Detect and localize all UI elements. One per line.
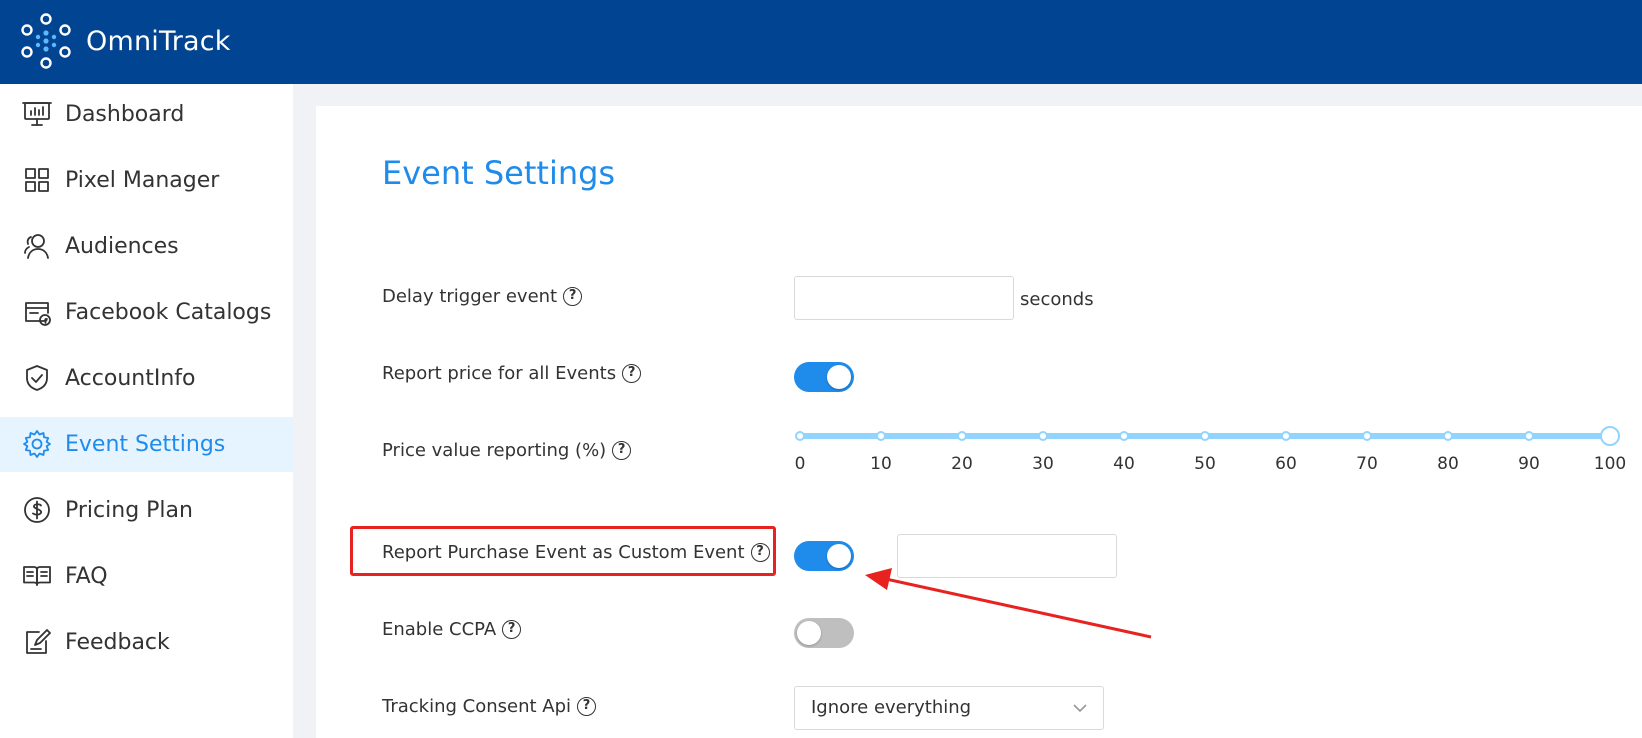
grid-icon (22, 165, 52, 195)
report-price-text: Report price for all Events (382, 363, 617, 384)
toggle-knob (827, 365, 851, 389)
slider-mark: 20 (951, 454, 973, 474)
sidebar-item-audiences[interactable]: Audiences (0, 219, 293, 274)
sidebar-item-dashboard[interactable]: Dashboard (0, 87, 293, 142)
slider-handle[interactable] (1600, 426, 1620, 446)
slider-dot[interactable] (1524, 431, 1534, 441)
help-icon[interactable]: ? (563, 287, 583, 306)
annotation-arrow-icon (865, 568, 1152, 639)
page-title: Event Settings (382, 154, 616, 192)
price-value-slider[interactable]: 0 10 20 30 40 50 60 70 80 90 100 (792, 424, 1626, 474)
slider-dot[interactable] (795, 431, 805, 441)
slider-dot[interactable] (1443, 431, 1453, 441)
book-icon (22, 561, 52, 591)
delay-trigger-label: Delay trigger event ? (382, 286, 583, 307)
slider-mark: 50 (1194, 454, 1216, 474)
slider-dot[interactable] (1119, 431, 1129, 441)
report-price-toggle[interactable] (794, 362, 854, 392)
consent-api-label: Tracking Consent Api ? (382, 696, 597, 717)
annotation-highlight-box (350, 526, 776, 576)
sidebar-item-label: Pricing Plan (65, 498, 193, 523)
catalog-icon (22, 297, 52, 327)
report-price-label: Report price for all Events ? (382, 363, 642, 384)
help-icon[interactable]: ? (612, 441, 632, 460)
content-panel: Event Settings Delay trigger event ? sec… (316, 106, 1642, 738)
ccpa-text: Enable CCPA (382, 619, 497, 640)
ccpa-toggle[interactable] (794, 618, 854, 648)
slider-dot[interactable] (957, 431, 967, 441)
brand-name: OmniTrack (86, 25, 231, 57)
slider-dot[interactable] (1362, 431, 1372, 441)
delay-suffix: seconds (1020, 289, 1094, 310)
consent-api-text: Tracking Consent Api (382, 696, 572, 717)
help-icon[interactable]: ? (502, 620, 522, 639)
slider-mark: 10 (870, 454, 892, 474)
sidebar-item-label: Feedback (65, 630, 170, 655)
omnitrack-logo-icon (21, 13, 71, 69)
sidebar-item-accountinfo[interactable]: AccountInfo (0, 351, 293, 406)
sidebar-item-label: Audiences (65, 234, 179, 259)
slider-mark: 60 (1275, 454, 1297, 474)
help-icon[interactable]: ? (622, 364, 642, 383)
sidebar-item-pixel-manager[interactable]: Pixel Manager (0, 153, 293, 208)
purchase-custom-toggle[interactable] (794, 541, 854, 571)
slider-mark: 80 (1437, 454, 1459, 474)
sidebar: Dashboard Pixel Manager Audiences Facebo… (0, 84, 293, 738)
sidebar-item-label: FAQ (65, 564, 108, 589)
sidebar-item-event-settings[interactable]: Event Settings (0, 417, 293, 472)
consent-api-select[interactable]: Ignore everything (794, 686, 1104, 730)
shield-icon (22, 363, 52, 393)
delay-trigger-input[interactable] (794, 276, 1014, 320)
slider-dot[interactable] (1200, 431, 1210, 441)
slider-mark: 70 (1356, 454, 1378, 474)
slider-mark: 30 (1032, 454, 1054, 474)
price-value-text: Price value reporting (%) (382, 440, 607, 461)
toggle-knob (827, 544, 851, 568)
sidebar-item-label: Pixel Manager (65, 168, 220, 193)
ccpa-label: Enable CCPA ? (382, 619, 522, 640)
sidebar-item-faq[interactable]: FAQ (0, 549, 293, 604)
dashboard-icon (22, 99, 52, 129)
help-icon[interactable]: ? (577, 697, 597, 716)
slider-mark: 40 (1113, 454, 1135, 474)
sidebar-item-label: AccountInfo (65, 366, 196, 391)
brand[interactable]: OmniTrack (20, 12, 231, 70)
sidebar-item-facebook-catalogs[interactable]: Facebook Catalogs (0, 285, 293, 340)
dollar-icon (22, 495, 52, 525)
slider-mark: 0 (794, 454, 806, 474)
slider-mark: 90 (1518, 454, 1540, 474)
slider-dot[interactable] (876, 431, 886, 441)
chevron-down-icon (1073, 704, 1087, 713)
delay-trigger-text: Delay trigger event (382, 286, 558, 307)
slider-mark: 100 (1593, 454, 1627, 474)
sidebar-item-label: Dashboard (65, 102, 185, 127)
users-icon (22, 231, 52, 261)
sidebar-item-label: Facebook Catalogs (65, 300, 272, 325)
slider-dot[interactable] (1281, 431, 1291, 441)
sidebar-item-label: Event Settings (65, 432, 226, 457)
sidebar-item-feedback[interactable]: Feedback (0, 615, 293, 670)
sidebar-item-pricing-plan[interactable]: Pricing Plan (0, 483, 293, 538)
select-value: Ignore everything (811, 697, 972, 718)
slider-dot[interactable] (1038, 431, 1048, 441)
feedback-icon (22, 627, 52, 657)
top-bar: OmniTrack (0, 0, 1642, 84)
toggle-knob (797, 621, 821, 645)
price-value-label: Price value reporting (%) ? (382, 440, 632, 461)
gear-icon (22, 429, 52, 459)
